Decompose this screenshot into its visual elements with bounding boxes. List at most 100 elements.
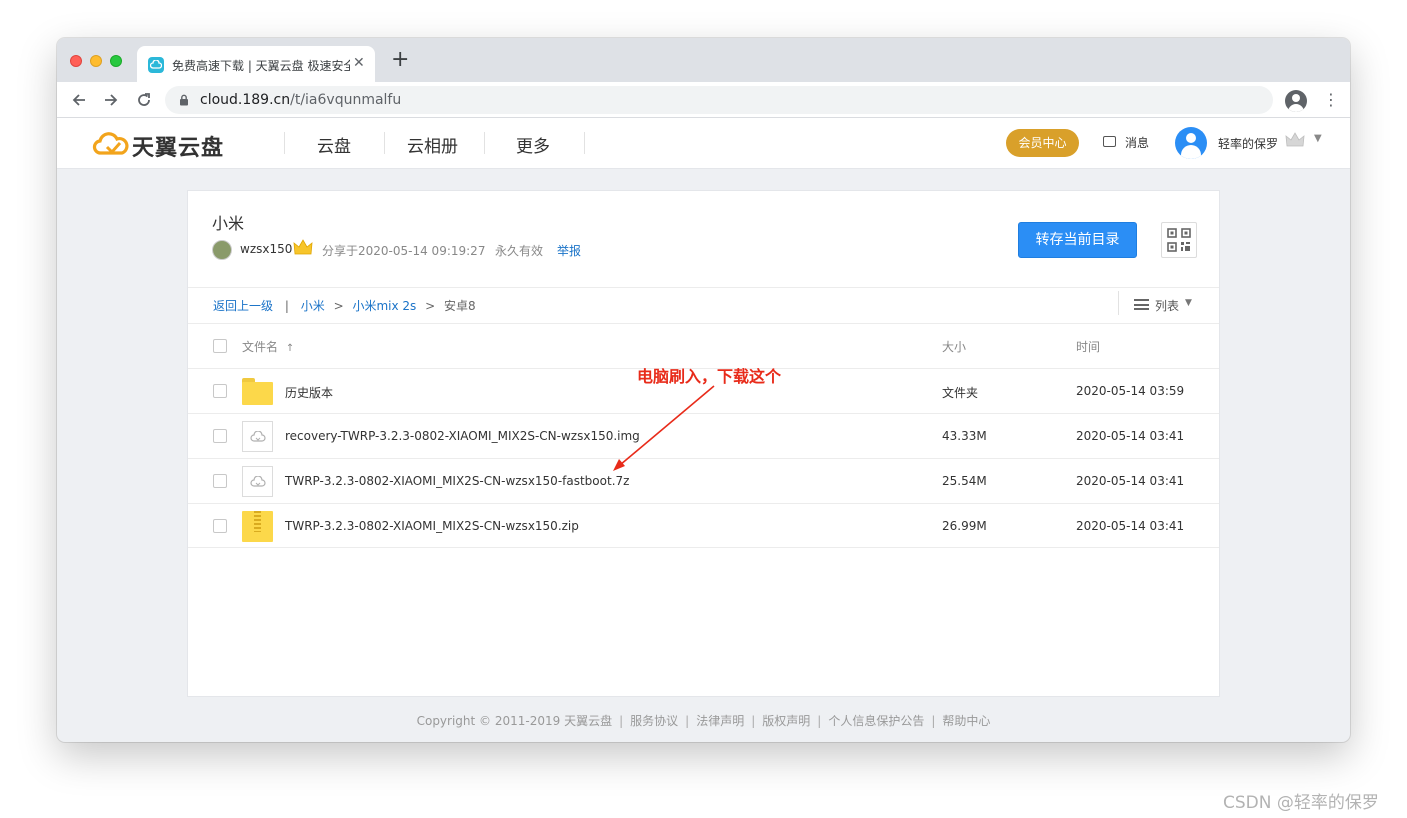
nav-divider <box>484 132 485 154</box>
file-time: 2020-05-14 03:41 <box>1076 429 1185 443</box>
back-arrow-icon[interactable] <box>68 89 90 111</box>
breadcrumb-arrow: > <box>425 299 436 313</box>
file-size: 26.99M <box>942 519 987 533</box>
folder-icon <box>242 376 273 407</box>
vip-crown-icon <box>293 239 313 255</box>
chevron-down-icon[interactable]: ▼ <box>1185 298 1192 308</box>
qr-code-icon <box>1167 228 1191 252</box>
nav-divider <box>284 132 285 154</box>
row-checkbox[interactable] <box>213 474 227 488</box>
nav-item-cloud-album[interactable]: 云相册 <box>407 132 458 157</box>
browser-window: 免费高速下载 | 天翼云盘 极速安全 家庭云|网盘|文件备份|资源分享 ✕ + … <box>57 38 1350 742</box>
nav-item-more[interactable]: 更多 <box>516 132 550 157</box>
tab-close-icon[interactable]: ✕ <box>353 55 365 71</box>
messages-link[interactable]: 消息 <box>1125 134 1149 151</box>
column-header-name[interactable]: 文件名 ↑ <box>242 338 294 355</box>
file-name[interactable]: TWRP-3.2.3-0802-XIAOMI_MIX2S-CN-wzsx150.… <box>285 519 579 533</box>
site-header: 天翼云盘 云盘 云相册 更多 会员中心 消息 轻率的保罗 ▼ <box>57 118 1350 169</box>
forward-arrow-icon[interactable] <box>100 89 122 111</box>
lock-icon <box>180 94 188 106</box>
footer-separator: | <box>685 714 690 728</box>
row-checkbox[interactable] <box>213 519 227 533</box>
sharer-name[interactable]: wzsx150 <box>240 242 292 256</box>
row-checkbox[interactable] <box>213 429 227 443</box>
view-mode-label[interactable]: 列表 <box>1155 297 1179 314</box>
nav-divider <box>384 132 385 154</box>
file-size: 25.54M <box>942 474 987 488</box>
new-tab-button[interactable]: + <box>391 49 409 71</box>
footer-copyright: Copyright © 2011-2019 天翼云盘 <box>416 714 613 728</box>
breadcrumb-arrow: > <box>333 299 344 313</box>
chevron-down-icon[interactable]: ▼ <box>1314 133 1322 144</box>
url-path: /t/ia6vqunmalfu <box>290 92 402 108</box>
header-divider <box>188 287 1219 288</box>
tab-title: 免费高速下载 | 天翼云盘 极速安全 家庭云|网盘|文件备份|资源分享 <box>172 59 350 73</box>
file-size: 文件夹 <box>942 386 979 400</box>
column-header-name-label: 文件名 <box>242 340 279 354</box>
file-name[interactable]: 历史版本 <box>285 384 333 401</box>
file-time: 2020-05-14 03:41 <box>1076 474 1185 488</box>
row-checkbox[interactable] <box>213 384 227 398</box>
crown-icon <box>1285 132 1305 147</box>
message-icon[interactable] <box>1103 136 1116 147</box>
browser-tab[interactable]: 免费高速下载 | 天翼云盘 极速安全 家庭云|网盘|文件备份|资源分享 ✕ <box>137 46 375 82</box>
share-card: 小米 wzsx150 分享于2020-05-14 09:19:27 永久有效 举… <box>187 190 1220 697</box>
table-row[interactable]: TWRP-3.2.3-0802-XIAOMI_MIX2S-CN-wzsx150.… <box>188 503 1219 548</box>
view-divider <box>1118 291 1119 315</box>
list-view-icon[interactable] <box>1134 299 1149 310</box>
breadcrumb-item-xiaomi[interactable]: 小米 <box>301 299 325 313</box>
file-cloud-icon <box>242 421 273 452</box>
logo-text: 天翼云盘 <box>132 136 225 161</box>
breadcrumb-item-mix2s[interactable]: 小米mix 2s <box>352 299 416 313</box>
file-name[interactable]: TWRP-3.2.3-0802-XIAOMI_MIX2S-CN-wzsx150-… <box>285 474 629 488</box>
column-header-time: 时间 <box>1076 340 1101 354</box>
nav-divider <box>584 132 585 154</box>
minimize-window-button[interactable] <box>90 55 102 67</box>
user-avatar[interactable] <box>1175 127 1207 159</box>
footer-link-terms[interactable]: 服务协议 <box>630 714 678 728</box>
footer: Copyright © 2011-2019 天翼云盘 | 服务协议 | 法律声明 | 版权声… <box>57 712 1350 729</box>
file-time: 2020-05-14 03:41 <box>1076 519 1185 533</box>
breadcrumb-current: 安卓8 <box>444 299 476 313</box>
file-time: 2020-05-14 03:59 <box>1076 384 1185 398</box>
share-time: 分享于2020-05-14 09:19:27 <box>322 244 486 258</box>
zip-icon <box>242 511 273 542</box>
file-cloud-icon <box>242 466 273 497</box>
footer-link-privacy[interactable]: 个人信息保护公告 <box>828 714 924 728</box>
browser-toolbar: cloud.189.cn/t/ia6vqunmalfu ☆ ⋮ <box>57 82 1350 118</box>
footer-link-legal[interactable]: 法律声明 <box>696 714 744 728</box>
column-header-size: 大小 <box>942 340 967 354</box>
breadcrumb: 返回上一级 | 小米 > 小米mix 2s > 安卓8 <box>213 297 476 314</box>
watermark: CSDN @轻率的保罗 <box>1223 793 1379 813</box>
cloud-logo-icon <box>92 132 129 155</box>
profile-icon[interactable] <box>1285 90 1307 112</box>
share-title: 小米 <box>212 214 245 233</box>
cloud-favicon-icon <box>148 57 164 73</box>
footer-separator: | <box>931 714 936 728</box>
url-text: cloud.189.cn/t/ia6vqunmalfu <box>200 92 401 108</box>
validity: 永久有效 <box>495 244 544 258</box>
file-name[interactable]: recovery-TWRP-3.2.3-0802-XIAOMI_MIX2S-CN… <box>285 429 640 443</box>
breadcrumb-divider <box>188 323 1219 324</box>
file-size: 43.33M <box>942 429 987 443</box>
sharer-avatar <box>212 240 232 260</box>
footer-link-copyright[interactable]: 版权声明 <box>762 714 810 728</box>
kebab-menu-icon[interactable]: ⋮ <box>1323 90 1339 110</box>
tab-bar: 免费高速下载 | 天翼云盘 极速安全 家庭云|网盘|文件备份|资源分享 ✕ + <box>57 38 1350 82</box>
footer-link-help[interactable]: 帮助中心 <box>942 714 990 728</box>
report-link[interactable]: 举报 <box>557 242 581 259</box>
select-all-checkbox[interactable] <box>213 339 227 353</box>
close-window-button[interactable] <box>70 55 82 67</box>
reload-icon[interactable] <box>133 89 155 111</box>
maximize-window-button[interactable] <box>110 55 122 67</box>
qr-code-button[interactable] <box>1161 222 1197 258</box>
nav-item-cloud-disk[interactable]: 云盘 <box>317 132 351 157</box>
address-bar[interactable]: cloud.189.cn/t/ia6vqunmalfu ☆ <box>165 86 1273 114</box>
logo[interactable]: 天翼云盘 <box>92 130 237 161</box>
save-to-cloud-button[interactable]: 转存当前目录 <box>1018 222 1137 258</box>
breadcrumb-separator: | <box>284 299 289 313</box>
sort-arrow-icon: ↑ <box>285 343 295 354</box>
username[interactable]: 轻率的保罗 <box>1218 135 1278 152</box>
vip-center-button[interactable]: 会员中心 <box>1006 129 1079 157</box>
back-to-parent-link[interactable]: 返回上一级 <box>213 299 273 313</box>
